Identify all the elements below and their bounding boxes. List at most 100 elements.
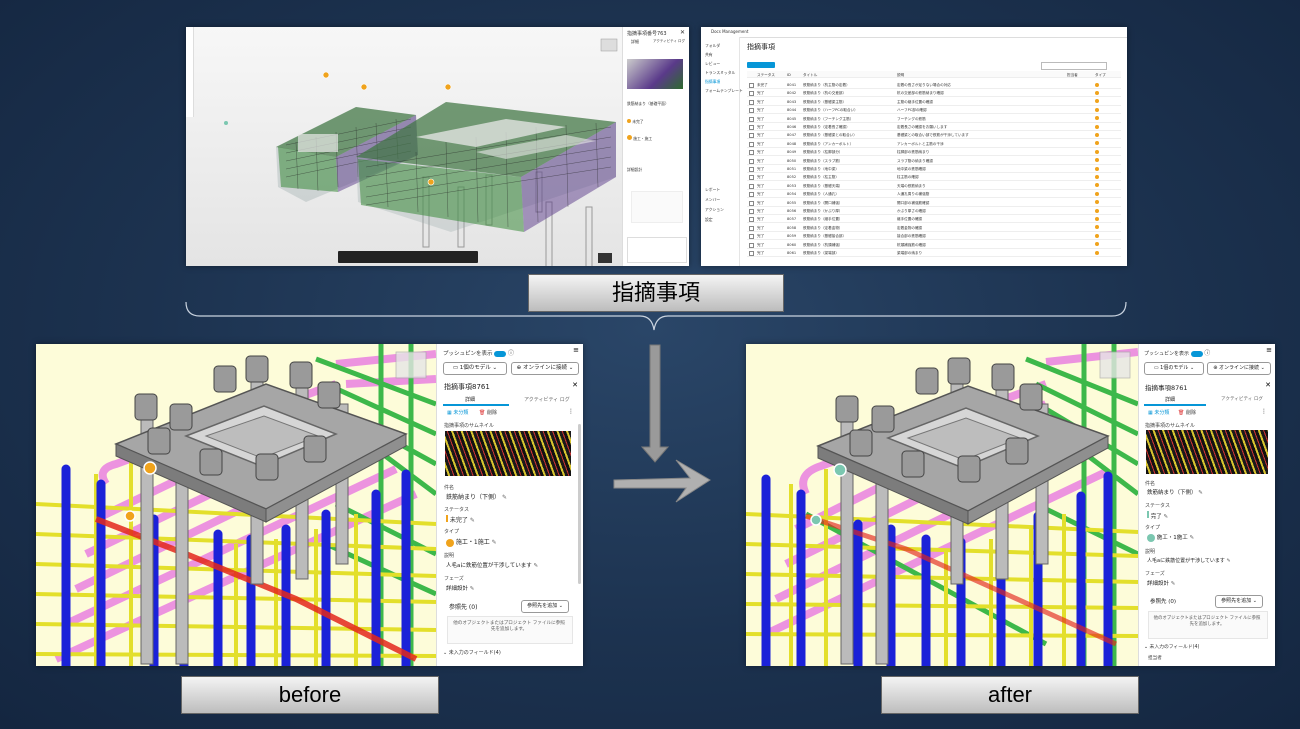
online-dropdown[interactable]: ⊕ オンラインに接続 ⌄ [1207, 362, 1271, 375]
row-checkbox[interactable] [749, 116, 754, 122]
sidebar-item[interactable]: 共有 [705, 52, 713, 58]
issue-thumbnail[interactable] [1146, 430, 1268, 474]
row-checkbox[interactable] [749, 183, 754, 189]
help-icon[interactable]: ⓘ [1204, 350, 1210, 357]
table-row[interactable]: 完了 8058 鉄筋納まり（定着金物） 定着金物の確認 [747, 224, 1121, 232]
sidebar-item[interactable]: 設定 [705, 217, 713, 223]
scrollbar[interactable] [578, 424, 581, 584]
create-issue-button[interactable] [747, 62, 775, 68]
online-dropdown[interactable]: ⊕ オンラインに接続 ⌄ [511, 362, 579, 375]
table-row[interactable]: 完了 8056 鉄筋納まり（かぶり厚） かぶり厚さの確認 [747, 207, 1121, 215]
row-checkbox[interactable] [749, 242, 754, 248]
status-value[interactable]: 完了 ✎ [1147, 511, 1168, 520]
table-row[interactable]: 完了 8053 鉄筋納まり（基礎天端） 天端の鉄筋納まり [747, 182, 1121, 190]
type-value[interactable]: 施工・1施工 ✎ [446, 537, 497, 547]
row-checkbox[interactable] [749, 158, 754, 164]
menu-icon[interactable]: ≡ [1266, 346, 1272, 354]
row-checkbox[interactable] [749, 200, 754, 206]
table-row[interactable]: 完了 8045 鉄筋納まり（フーチング主筋） フーチングの鉄筋 [747, 115, 1121, 123]
table-row[interactable]: 完了 8044 鉄筋納まり（ハーフPCの取合い） ハーフPC部の確認 [747, 106, 1121, 115]
edit-icon[interactable]: ✎ [1190, 535, 1195, 541]
delete-button[interactable]: 🗑 削除 [1178, 409, 1196, 416]
row-checkbox[interactable] [749, 234, 754, 240]
empty-fields-toggle[interactable]: ⌄ 未入力のフィールド(4) [443, 649, 501, 656]
table-row[interactable]: 完了 8042 鉄筋納まり（杭の交差部） 杭の交差部の鉄筋納まり確認 [747, 89, 1121, 98]
toggle-switch[interactable] [1190, 350, 1203, 357]
edit-icon[interactable]: ✎ [1164, 514, 1169, 520]
edit-icon[interactable]: ✎ [533, 563, 538, 569]
menu-icon[interactable]: ≡ [573, 346, 579, 354]
row-checkbox[interactable] [749, 150, 754, 156]
table-row[interactable]: 完了 8049 鉄筋納まり（柱脚部分） 柱脚部の鉄筋納まり [747, 148, 1121, 157]
edit-icon[interactable]: ✎ [1227, 558, 1231, 564]
sidebar-item[interactable]: レビュー [705, 61, 720, 67]
unsolved-button[interactable]: ▦ 未分類 [447, 409, 468, 416]
sidebar-item[interactable]: メンバー [705, 197, 720, 203]
table-row[interactable]: 完了 8052 鉄筋納まり（柱主筋） 柱主筋の確認 [747, 173, 1121, 182]
toggle-switch[interactable] [494, 350, 507, 357]
edit-icon[interactable]: ✎ [470, 586, 475, 592]
edit-icon[interactable]: ✎ [502, 494, 507, 501]
table-row[interactable]: 完了 8050 鉄筋納まり（スラブ筋） スラブ筋の納まり確認 [747, 157, 1121, 165]
tab-activity[interactable]: アクティビティ ログ [524, 396, 570, 403]
row-checkbox[interactable] [749, 225, 754, 231]
delete-button[interactable]: 🗑 削除 [479, 409, 497, 416]
comment-box[interactable] [627, 237, 687, 263]
tab-details[interactable]: 詳細 [631, 39, 639, 45]
add-reference-button[interactable]: 参照先を追加 ⌄ [521, 600, 569, 613]
table-row[interactable]: 完了 8057 鉄筋納まり（継手位置） 継手位置の確認 [747, 215, 1121, 224]
row-checkbox[interactable] [749, 192, 754, 198]
tab-details[interactable]: 詳細 [1165, 396, 1175, 403]
sidebar-item[interactable]: トランスミッタル [705, 70, 735, 76]
search-input[interactable] [1041, 62, 1107, 70]
more-icon[interactable]: ⋮ [1261, 408, 1267, 415]
before-model-canvas[interactable] [36, 344, 436, 666]
model-dropdown[interactable]: ▭ 1個のモデル ⌄ [443, 362, 507, 375]
sidebar-item[interactable]: フォルダ [705, 43, 720, 49]
issue-thumbnail[interactable] [445, 431, 571, 476]
row-checkbox[interactable] [749, 251, 754, 256]
row-checkbox[interactable] [749, 217, 754, 223]
row-checkbox[interactable] [749, 175, 754, 181]
sidebar-item[interactable]: アクション [705, 207, 724, 213]
help-icon[interactable]: ⓘ [508, 350, 514, 357]
row-checkbox[interactable] [749, 209, 754, 214]
sidebar-item[interactable]: レポート [705, 187, 720, 193]
row-checkbox[interactable] [749, 99, 754, 105]
more-icon[interactable]: ⋮ [568, 408, 574, 415]
table-row[interactable]: 完了 8055 鉄筋納まり（開口補強） 開口部の補強筋確認 [747, 199, 1121, 207]
table-row[interactable]: 完了 8046 鉄筋納まり（定着長さ確認） 定着長さの確認をお願いします [747, 123, 1121, 131]
table-row[interactable]: 未完了 8041 鉄筋納まり（杭主筋の定着） 定着の長さが足りない場合の対応 [747, 81, 1121, 89]
close-icon[interactable]: ✕ [572, 381, 578, 389]
row-checkbox[interactable] [749, 141, 754, 147]
table-row[interactable]: 完了 8061 鉄筋納まり（梁端部） 梁端部の納まり [747, 249, 1121, 257]
table-row[interactable]: 完了 8060 鉄筋納まり（杭頭補強） 杭頭補強筋の確認 [747, 241, 1121, 249]
row-checkbox[interactable] [749, 91, 754, 97]
tab-activity[interactable]: アクティビティ ログ [653, 39, 685, 44]
add-reference-button[interactable]: 参照先を追加 ⌄ [1215, 595, 1263, 608]
type-value[interactable]: 施工・1施工 ✎ [1147, 533, 1194, 542]
row-checkbox[interactable] [749, 108, 754, 114]
tab-activity[interactable]: アクティビティ ログ [1221, 396, 1263, 402]
pushpin-toggle[interactable]: プッシュピンを表示 ⓘ [1144, 348, 1210, 357]
table-row[interactable]: 完了 8054 鉄筋納まり（人通孔） 人通孔周りの補強筋 [747, 190, 1121, 199]
row-checkbox[interactable] [749, 133, 754, 139]
table-row[interactable]: 完了 8043 鉄筋納まり（基礎梁主筋） 主筋の継手位置の確認 [747, 98, 1121, 106]
close-icon[interactable]: ✕ [680, 29, 685, 36]
sidebar-item[interactable]: フォームテンプレート [705, 88, 743, 94]
row-checkbox[interactable] [749, 167, 754, 172]
sidebar-item[interactable]: 指摘事項 [705, 79, 720, 85]
close-icon[interactable]: ✕ [1265, 381, 1271, 389]
table-row[interactable]: 完了 8048 鉄筋納まり（アンカーボルト） アンカーボルトと主筋の干渉 [747, 140, 1121, 148]
edit-icon[interactable]: ✎ [470, 517, 475, 524]
model-dropdown[interactable]: ▭ 1個のモデル ⌄ [1144, 362, 1204, 375]
status-value[interactable]: 未完了 ✎ [446, 515, 475, 524]
row-checkbox[interactable] [749, 83, 754, 88]
table-row[interactable]: 完了 8047 鉄筋納まり（基礎梁との取合い） 基礎梁との取合い部で鉄筋が干渉していま… [747, 131, 1121, 140]
row-checkbox[interactable] [749, 125, 754, 130]
empty-fields-toggle[interactable]: ⌄ 未入力のフィールド(4) [1144, 643, 1199, 650]
edit-icon[interactable]: ✎ [492, 539, 497, 546]
model-canvas[interactable] [186, 27, 623, 266]
edit-icon[interactable]: ✎ [1198, 490, 1203, 496]
after-model-canvas[interactable] [746, 344, 1138, 666]
